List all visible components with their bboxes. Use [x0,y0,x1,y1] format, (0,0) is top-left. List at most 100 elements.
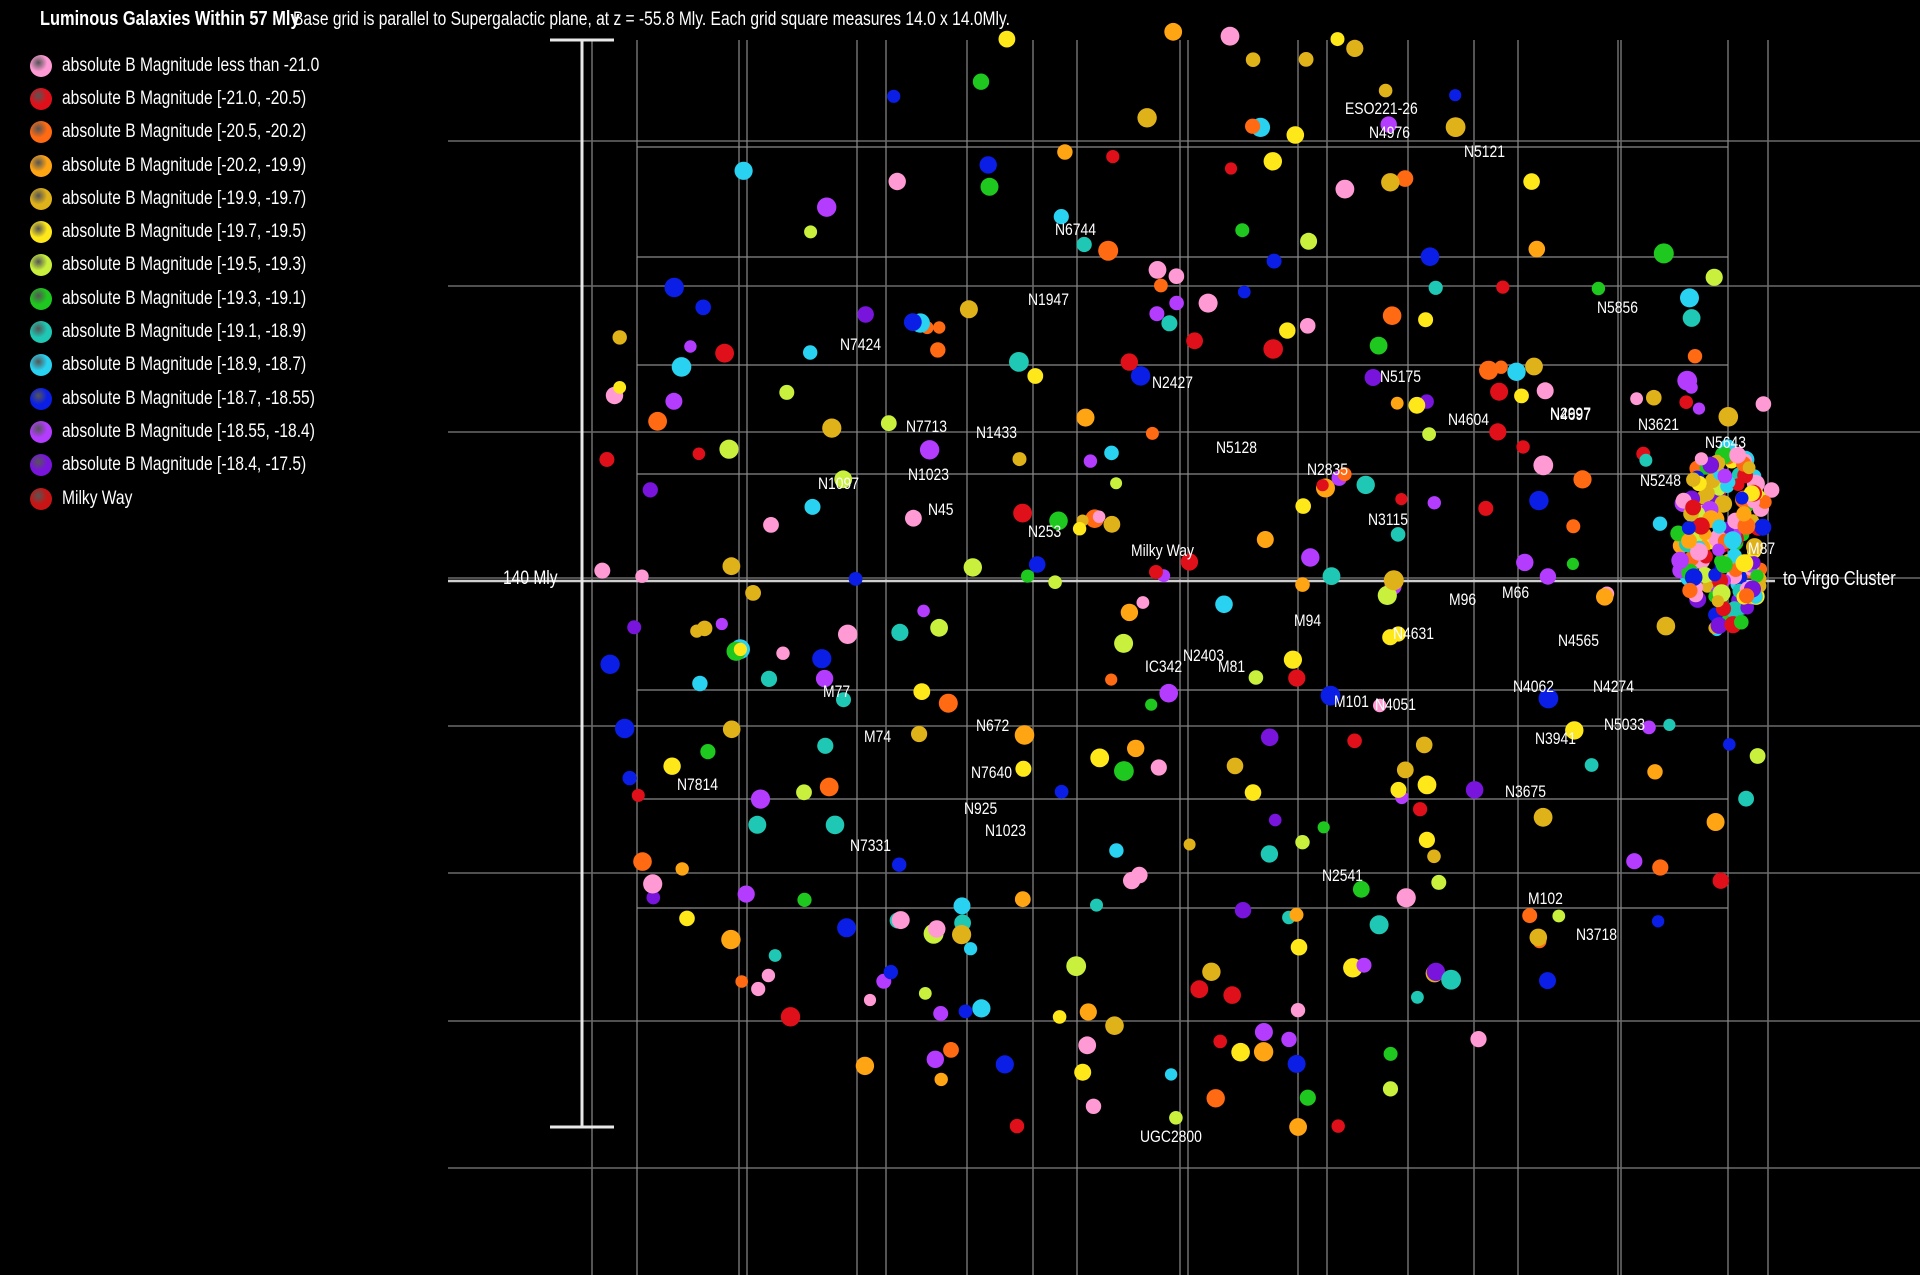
galaxy-dot [1109,843,1124,858]
galaxy-dot [1105,1016,1124,1035]
galaxy-dot [737,885,755,903]
galaxy-dot [1356,475,1375,495]
galaxy-dot [1706,813,1725,831]
galaxy-dot [1198,293,1218,313]
galaxy-dot [1383,1046,1398,1061]
virgo-cluster-dot [1712,543,1725,557]
galaxy-dot [1396,888,1416,908]
galaxy-dot [1098,240,1119,261]
galaxy-dot [1566,557,1579,571]
galaxy-dot [1078,1036,1097,1055]
galaxy-dot [1428,280,1443,295]
galaxy-dot [928,920,946,938]
galaxy-dot [903,313,922,331]
galaxy-dot [1427,849,1441,864]
virgo-cluster-dot [1717,468,1733,484]
galaxy-dot [1381,173,1400,192]
galaxy-label: N925 [964,800,997,819]
galaxy-label: N5128 [1216,439,1257,458]
galaxy-dot [1057,144,1073,160]
galaxy-label: N5033 [1604,716,1645,735]
galaxy-dot [613,381,627,394]
galaxy-dot [1235,223,1250,238]
galaxy-dot [1106,150,1120,164]
galaxy-dot [797,892,812,908]
galaxy-dot [735,975,748,988]
galaxy-label: M81 [1218,658,1245,677]
galaxy-dot [1054,784,1069,799]
galaxy-dot [891,911,910,930]
galaxy-dot [1295,577,1310,592]
galaxy-dot [930,342,946,358]
galaxy-dot [1417,775,1437,795]
galaxy-dot [1234,902,1252,919]
galaxy-dot [1012,452,1027,467]
galaxy-dot [642,482,658,498]
galaxy-dot [748,815,767,834]
galaxy-dot [911,725,928,743]
galaxy-dot [1596,588,1614,606]
galaxy-dot [719,439,739,459]
galaxy-dot [953,897,971,915]
galaxy-dot [1445,117,1466,137]
galaxy-dot [1413,802,1428,817]
galaxy-dot [1507,362,1526,381]
galaxy-dot [1083,454,1098,468]
galaxy-dot [692,675,708,692]
galaxy-dot [715,617,728,631]
galaxy-dot [1738,790,1754,807]
galaxy-dot [1396,761,1414,779]
galaxy-label: N7331 [850,837,891,856]
galaxy-label: N672 [976,717,1009,736]
galaxy-label: N253 [1028,523,1061,542]
galaxy-label: M102 [1528,890,1563,909]
galaxy-dot [1202,962,1221,981]
galaxy-dot [1718,407,1739,427]
galaxy-dot [1127,739,1145,758]
galaxy-dot [635,569,649,583]
galaxy-label: N3675 [1505,783,1546,802]
galaxy-dot [943,1042,959,1058]
galaxy-dot [1656,616,1676,636]
galaxy-dot [1226,757,1244,775]
galaxy-dot [1183,838,1196,851]
galaxy-dot [883,964,898,980]
galaxy-label: ESO221-26 [1345,100,1418,119]
virgo-cluster-dot [1715,556,1733,574]
galaxy-label: N4051 [1375,696,1416,715]
galaxy-dot [760,670,778,688]
galaxy-label: N5248 [1640,472,1681,491]
galaxy-dot [1712,872,1730,889]
galaxy-dot [1145,426,1159,440]
galaxy-dot [1104,445,1119,461]
galaxy-dot [1279,322,1296,339]
galaxy-label: N2541 [1322,867,1363,886]
galaxy-dot [1356,957,1372,973]
galaxy-dot [803,345,818,360]
galaxy-dot [1523,173,1540,190]
galaxy-dot [1584,758,1599,772]
galaxy-dot [1289,907,1304,922]
galaxy-dot [1213,1034,1227,1049]
galaxy-dot [1263,152,1283,171]
galaxy-dot [1496,280,1510,294]
galaxy-dot [1114,633,1134,653]
galaxy-dot [1522,908,1538,924]
galaxy-dot [1449,89,1462,102]
galaxy-dot [631,788,645,802]
galaxy-dot [1066,956,1087,976]
galaxy-dot [1105,673,1118,686]
galaxy-label: M74 [864,728,891,747]
galaxy-dot [1680,288,1699,308]
galaxy-dot [917,604,930,618]
galaxy-dot [887,89,901,103]
galaxy-label: N45 [928,501,954,520]
virgo-cluster-dot [1723,531,1742,550]
galaxy-dot [1331,1119,1345,1133]
galaxy-dot [722,720,741,739]
galaxy-dot [892,857,907,872]
galaxy-dot [1335,179,1355,199]
galaxy-dot [1114,761,1134,781]
galaxy-dot [690,624,704,638]
galaxy-dot [934,1072,948,1087]
